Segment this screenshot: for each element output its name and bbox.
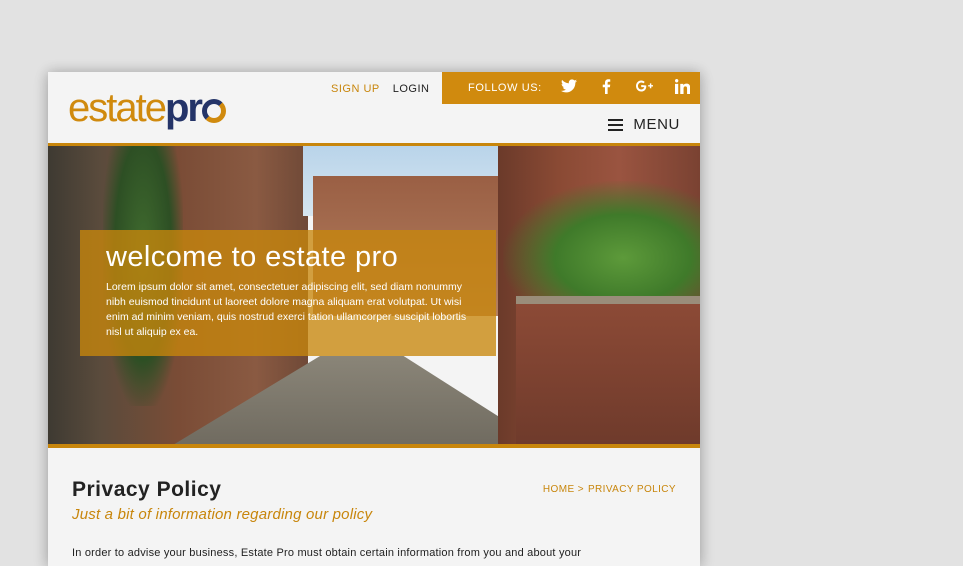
menu-button[interactable]: MENU — [608, 116, 680, 133]
logo-text-pro: pr — [164, 86, 203, 130]
site-header: estatepr SIGN UP LOGIN FOLLOW US: MENU — [48, 72, 700, 146]
follow-us-label: FOLLOW US: — [468, 82, 542, 94]
website-page: estatepr SIGN UP LOGIN FOLLOW US: MENU w… — [48, 72, 700, 566]
facebook-icon[interactable] — [598, 78, 616, 98]
hero-text: Lorem ipsum dolor sit amet, consectetuer… — [106, 281, 467, 338]
hero-photo-brick-wall — [516, 296, 700, 444]
follow-us-bar: FOLLOW US: — [442, 72, 700, 104]
breadcrumb: HOME > PRIVACY POLICY — [543, 484, 676, 495]
logo-text-estate: estate — [68, 86, 167, 130]
hero-banner: welcome to estate pro Lorem ipsum dolor … — [48, 146, 700, 448]
page-subtitle: Just a bit of information regarding our … — [72, 506, 373, 523]
breadcrumb-current: PRIVACY POLICY — [587, 484, 676, 495]
policy-body-text: In order to advise your business, Estate… — [72, 547, 582, 559]
social-icons — [560, 78, 692, 98]
login-link[interactable]: LOGIN — [393, 83, 430, 95]
estatepro-logo[interactable]: estatepr — [68, 88, 226, 128]
hamburger-icon — [608, 118, 624, 131]
twitter-icon[interactable] — [560, 79, 578, 97]
hero-title: welcome to estate pro — [106, 241, 399, 273]
account-links: SIGN UP LOGIN — [331, 83, 429, 95]
breadcrumb-home[interactable]: HOME > — [543, 484, 584, 495]
linkedin-icon[interactable] — [674, 78, 692, 98]
welcome-overlay: welcome to estate pro Lorem ipsum dolor … — [80, 230, 496, 356]
page-content: Privacy Policy Just a bit of information… — [48, 448, 700, 559]
menu-label: MENU — [633, 116, 680, 133]
signup-link[interactable]: SIGN UP — [331, 83, 380, 95]
google-plus-icon[interactable] — [636, 79, 654, 97]
logo-ring-icon — [201, 99, 226, 123]
